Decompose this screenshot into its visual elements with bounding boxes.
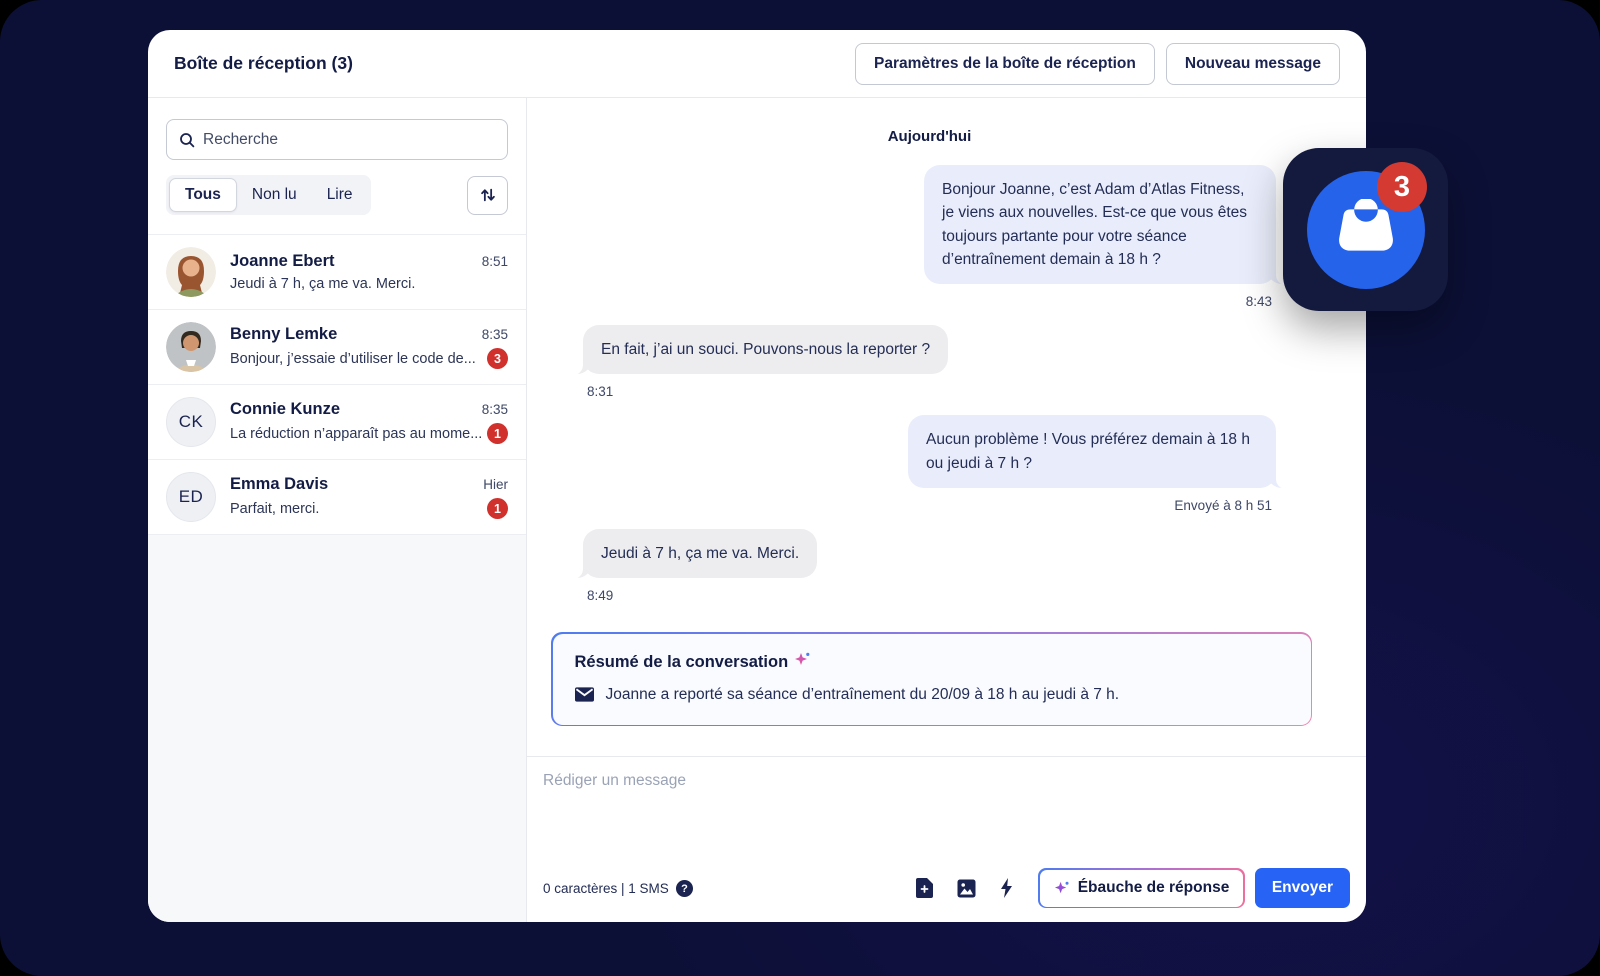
tab-read[interactable]: Lire: [312, 178, 368, 212]
image-icon: [957, 879, 976, 898]
sparkle-icon: [794, 651, 812, 669]
unread-badge: 1: [487, 423, 508, 444]
conversation-summary-card: Résumé de la conversation Joanne a repor…: [551, 632, 1312, 726]
sort-button[interactable]: [467, 175, 508, 215]
conversation-row-connie-kunze[interactable]: CK Connie Kunze 8:35 La réduction n’appa…: [148, 385, 526, 460]
svg-text:?: ?: [681, 883, 688, 895]
avatar-benny: [166, 322, 216, 372]
header-actions: Paramètres de la boîte de réception Nouv…: [855, 42, 1340, 85]
character-counter: 0 caractères | 1 SMS ?: [543, 879, 693, 897]
filter-tabs: Tous Non lu Lire: [166, 175, 371, 215]
page-background: Boîte de réception (3) Paramètres de la …: [0, 0, 1600, 976]
avatar-emma: ED: [166, 472, 216, 522]
message-bubble: Jeudi à 7 h, ça me va. Merci.: [572, 528, 818, 580]
message-timestamp: 8:31: [587, 384, 614, 400]
quick-reply-button[interactable]: [993, 874, 1020, 902]
conversation-time: Hier: [483, 477, 508, 492]
attach-file-button[interactable]: [909, 874, 940, 902]
message-incoming: Jeudi à 7 h, ça me va. Merci. 8:49: [572, 528, 1276, 619]
lightning-icon: [1000, 878, 1013, 898]
message-outgoing: Aucun problème ! Vous préférez demain à …: [583, 415, 1286, 529]
search-input[interactable]: [203, 130, 495, 149]
message-bubble: Aucun problème ! Vous préférez demain à …: [908, 415, 1286, 489]
conversation-preview: Parfait, merci.: [230, 501, 320, 517]
conversation-list: Joanne Ebert 8:51 Jeudi à 7 h, ça me va.…: [148, 234, 526, 922]
unread-badge: 1: [487, 498, 508, 519]
draft-reply-button[interactable]: Ébauche de réponse: [1038, 868, 1245, 908]
inbox-window: Boîte de réception (3) Paramètres de la …: [148, 30, 1366, 922]
envelope-icon: [574, 687, 594, 702]
message-outgoing: Bonjour Joanne, c’est Adam d’Atlas Fitne…: [583, 165, 1286, 325]
conversation-row-joanne-ebert[interactable]: Joanne Ebert 8:51 Jeudi à 7 h, ça me va.…: [148, 235, 526, 310]
message-bubble: Bonjour Joanne, c’est Adam d’Atlas Fitne…: [924, 165, 1286, 285]
unread-badge: 3: [487, 348, 508, 369]
file-plus-icon: [916, 878, 934, 898]
day-separator: Aujourd'hui: [887, 128, 972, 145]
chat-panel: Aujourd'hui Bonjour Joanne, c’est Adam d…: [527, 98, 1366, 922]
notification-badge: 3: [1377, 162, 1427, 212]
page-title: Boîte de réception (3): [174, 53, 353, 73]
message-timestamp: 8:49: [587, 588, 614, 603]
send-button[interactable]: Envoyer: [1254, 868, 1350, 908]
sparkle-icon: [1054, 880, 1071, 897]
conversation-name: Connie Kunze: [230, 400, 340, 418]
search-icon: [179, 132, 195, 148]
message-incoming: En fait, j’ai un souci. Pouvons-nous la …: [572, 325, 1276, 415]
conversation-sidebar: Tous Non lu Lire: [148, 98, 527, 922]
conversation-name: Joanne Ebert: [230, 252, 335, 270]
inbox-settings-button[interactable]: Paramètres de la boîte de réception: [855, 42, 1155, 85]
search-box: [166, 119, 508, 160]
tab-all[interactable]: Tous: [169, 178, 237, 212]
inbox-header: Boîte de réception (3) Paramètres de la …: [148, 30, 1366, 98]
conversation-preview: Jeudi à 7 h, ça me va. Merci.: [230, 276, 416, 292]
tab-unread[interactable]: Non lu: [237, 178, 312, 212]
message-timestamp: 8:43: [1245, 294, 1272, 309]
conversation-preview: La réduction n’apparaît pas au mome...: [230, 426, 483, 442]
summary-title: Résumé de la conversation: [574, 652, 789, 671]
new-message-button[interactable]: Nouveau message: [1165, 42, 1340, 85]
message-status: Envoyé à 8 h 51: [1174, 497, 1272, 513]
conversation-time: 8:51: [481, 254, 508, 269]
conversation-row-benny-lemke[interactable]: Benny Lemke 8:35 Bonjour, j’essaie d’uti…: [148, 310, 526, 385]
sort-arrows-icon: [479, 186, 497, 204]
message-thread: Aujourd'hui Bonjour Joanne, c’est Adam d…: [527, 98, 1366, 756]
message-input[interactable]: [543, 772, 1350, 868]
avatar-connie: CK: [166, 397, 216, 447]
conversation-name: Emma Davis: [230, 475, 329, 493]
avatar-joanne: [166, 247, 216, 297]
conversation-row-emma-davis[interactable]: ED Emma Davis Hier Parfait, merci. 1: [148, 460, 526, 535]
inbox-app-widget[interactable]: 3: [1283, 148, 1448, 311]
summary-text: Joanne a reporté sa séance d’entraînemen…: [605, 685, 1120, 703]
conversation-name: Benny Lemke: [230, 325, 338, 343]
conversation-preview: Bonjour, j’essaie d’utiliser le code de.…: [230, 351, 476, 367]
message-composer: 0 caractères | 1 SMS ?: [527, 756, 1366, 922]
help-icon[interactable]: ?: [675, 879, 693, 897]
conversation-time: 8:35: [481, 327, 508, 342]
message-bubble: En fait, j’ai un souci. Pouvons-nous la …: [572, 325, 949, 376]
insert-image-button[interactable]: [950, 875, 983, 902]
conversation-time: 8:35: [481, 402, 508, 417]
